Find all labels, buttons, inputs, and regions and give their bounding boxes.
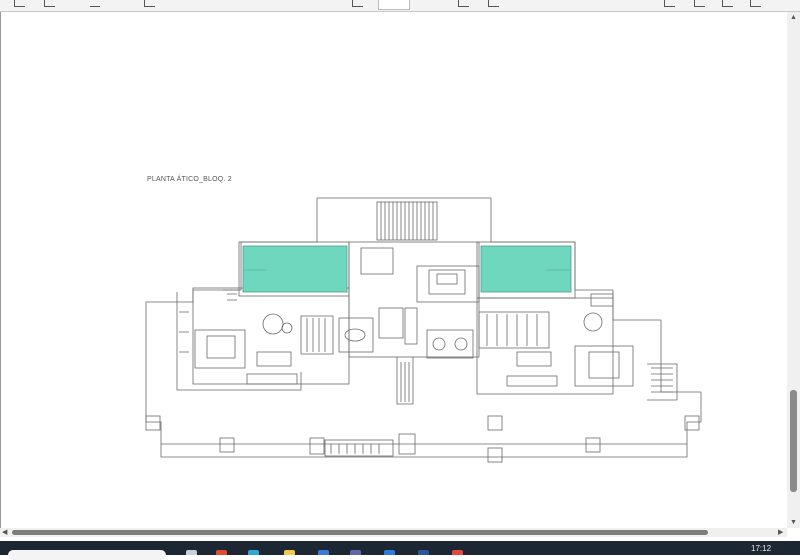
scroll-left-icon[interactable]: ◀ — [2, 529, 7, 536]
save-icon[interactable] — [694, 0, 705, 7]
file-explorer-icon[interactable] — [284, 550, 295, 555]
read-aloud-icon[interactable] — [458, 0, 469, 7]
office-app-icon[interactable] — [216, 550, 227, 555]
pool-left — [242, 245, 348, 293]
page-icon[interactable] — [144, 0, 155, 7]
scroll-right-icon[interactable]: ▶ — [778, 529, 783, 536]
scroll-down-icon[interactable]: ▼ — [790, 519, 797, 526]
settings-icon[interactable] — [750, 0, 761, 7]
pen-icon[interactable] — [14, 0, 25, 7]
mail-app-icon[interactable] — [318, 550, 329, 555]
word-app-icon[interactable] — [418, 550, 429, 555]
pdf-page: PLANTA ÁTICO_BLOQ. 2 — [0, 12, 786, 528]
teams-app-icon[interactable] — [350, 550, 361, 555]
chrome-app-icon[interactable] — [452, 550, 463, 555]
vertical-scroll-thumb[interactable] — [790, 390, 797, 492]
share-icon[interactable] — [722, 0, 733, 7]
highlight-icon[interactable] — [90, 0, 100, 7]
taskbar-search-box[interactable] — [8, 550, 166, 560]
edge-browser-icon[interactable] — [248, 550, 259, 555]
draw-icon[interactable] — [44, 0, 55, 7]
fit-page-icon[interactable] — [352, 0, 363, 7]
taskbar-clock[interactable]: 17:12 — [751, 544, 771, 553]
floor-plan-drawing — [145, 197, 702, 463]
page-number-field[interactable] — [378, 0, 410, 10]
document-viewport[interactable]: PLANTA ÁTICO_BLOQ. 2 — [0, 12, 789, 528]
pool-right — [480, 245, 572, 293]
search-icon[interactable] — [664, 0, 675, 7]
scroll-up-icon[interactable]: ▲ — [790, 14, 797, 21]
store-app-icon[interactable] — [384, 550, 395, 555]
print-icon[interactable] — [488, 0, 499, 7]
toolbar — [0, 0, 800, 12]
horizontal-scroll-thumb[interactable] — [12, 530, 708, 535]
task-view-icon[interactable] — [186, 550, 197, 555]
